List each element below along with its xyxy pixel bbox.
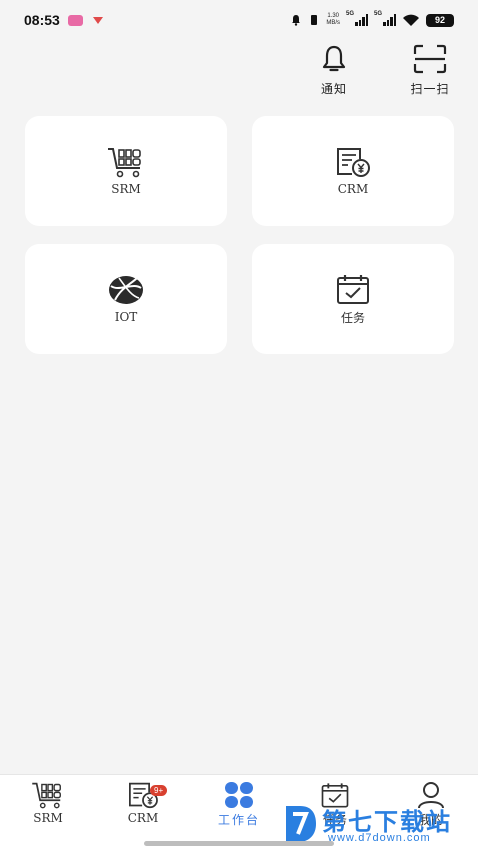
- module-card-crm[interactable]: CRM: [252, 116, 454, 226]
- module-card-srm[interactable]: SRM: [25, 116, 227, 226]
- nav-label: 工作台: [217, 813, 260, 827]
- module-card-task[interactable]: 任务: [252, 244, 454, 354]
- scan-icon: [413, 44, 447, 74]
- nav-label: CRM: [127, 811, 159, 825]
- download-arrow-icon: [92, 16, 103, 24]
- nav-tab-srm[interactable]: SRM: [18, 781, 78, 825]
- module-label: IOT: [114, 310, 138, 324]
- network-speed: 1.30 MB/s: [326, 13, 340, 26]
- cart-icon: [32, 782, 61, 809]
- battery-indicator: 92: [426, 13, 454, 27]
- nav-tab-crm[interactable]: 9+ CRM: [113, 781, 173, 825]
- unread-badge: 9+: [150, 785, 168, 796]
- status-bar: 08:53 1.30 MB/s 5G 5G 92: [0, 0, 478, 40]
- scan-label: 扫一扫: [410, 82, 450, 96]
- signal-icon-2: 5G: [374, 11, 396, 26]
- module-card-iot[interactable]: IOT: [25, 244, 227, 354]
- globe-icon: [109, 276, 143, 304]
- vibrate-icon: [311, 15, 318, 25]
- notification-label: 通知: [320, 82, 347, 96]
- status-time: 08:53: [24, 12, 60, 28]
- watermark-url: www.d7down.com: [328, 832, 431, 844]
- module-label: 任务: [340, 310, 365, 325]
- nav-label: SRM: [33, 811, 63, 825]
- cart-icon: [108, 148, 141, 178]
- scan-button[interactable]: 扫一扫: [402, 44, 458, 97]
- calendar-check-icon: [337, 274, 369, 304]
- home-indicator[interactable]: [144, 841, 334, 846]
- workbench-icon: [225, 782, 253, 808]
- bell-mute-icon: [292, 15, 301, 26]
- wifi-icon: [403, 14, 419, 26]
- signal-icon: 5G: [346, 11, 368, 26]
- bell-icon: [322, 45, 346, 72]
- nav-tab-workbench[interactable]: 工作台: [209, 781, 269, 828]
- module-label: SRM: [111, 182, 141, 196]
- app-notification-icon: [67, 14, 83, 26]
- notification-button[interactable]: 通知: [306, 44, 362, 97]
- module-label: CRM: [337, 182, 369, 196]
- invoice-yuan-icon: [337, 148, 370, 177]
- d7-logo-icon: [286, 806, 316, 842]
